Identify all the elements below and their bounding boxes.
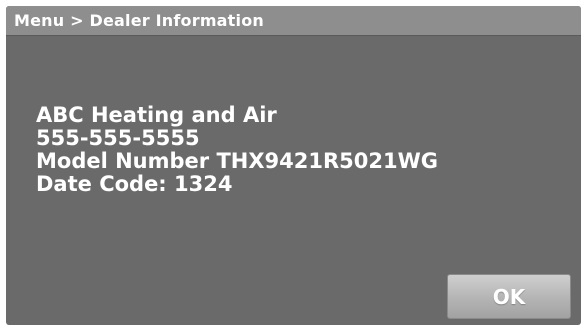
date-code: Date Code: 1324 [36,172,233,196]
thermostat-screen: Menu > Dealer Information ABC Heating an… [6,6,581,325]
dealer-company-name: ABC Heating and Air [36,103,277,127]
dealer-info-block: ABC Heating and Air 555-555-5555 Model N… [36,104,438,196]
header-bar: Menu > Dealer Information [6,6,581,36]
model-number: Model Number THX9421R5021WG [36,149,439,173]
dealer-phone: 555-555-5555 [36,126,200,150]
ok-button-label: OK [492,284,526,309]
ok-button[interactable]: OK [447,274,571,319]
breadcrumb: Menu > Dealer Information [14,11,264,30]
